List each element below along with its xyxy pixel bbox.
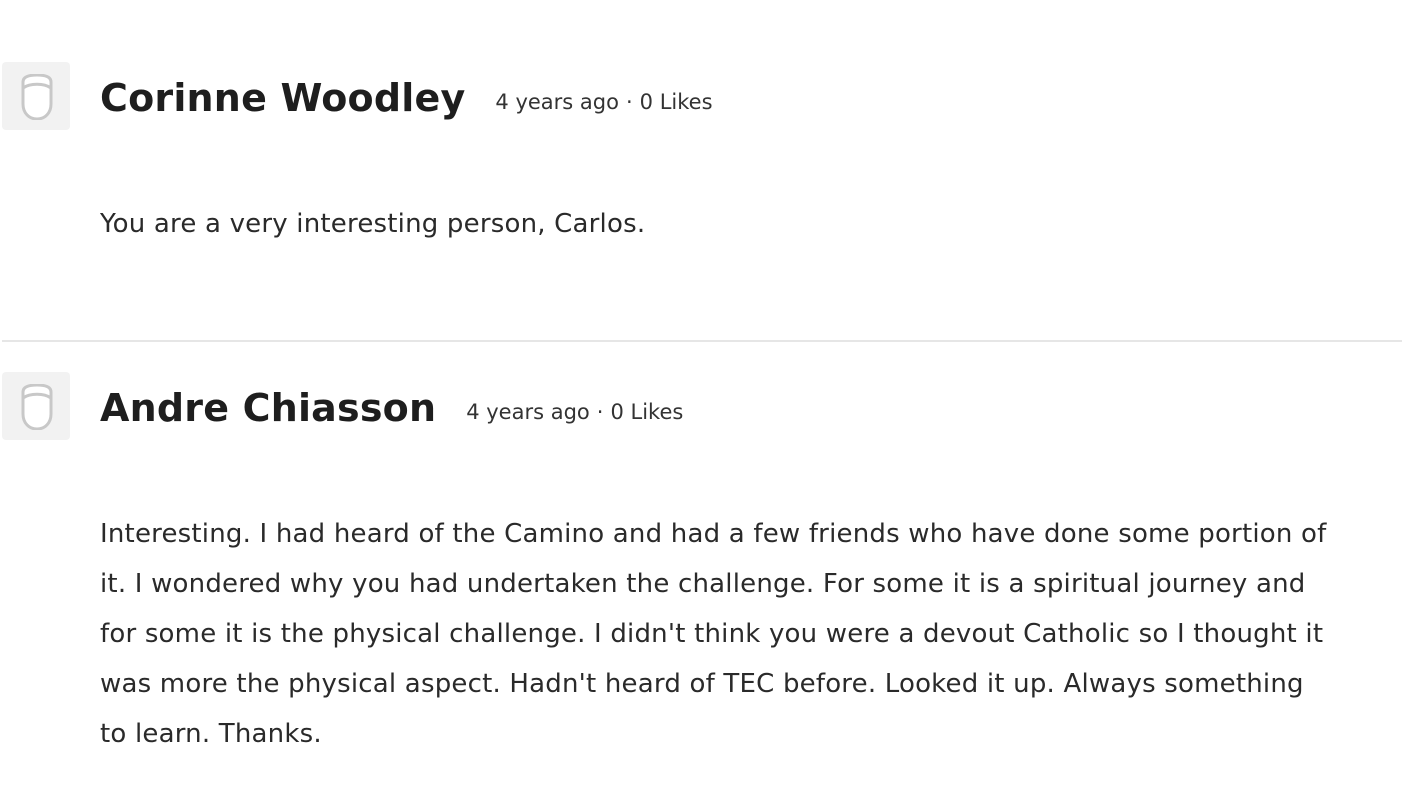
comment-divider [2,340,1402,342]
comment-likes[interactable]: 0 Likes [640,90,713,114]
meta-separator: · [596,400,604,424]
comment-timestamp[interactable]: 4 years ago [466,400,590,424]
comment-body: Interesting. I had heard of the Camino a… [100,519,1327,749]
default-avatar-icon [21,74,53,120]
comment-header: Andre Chiasson 4 years ago · 0 Likes [100,380,683,436]
comment-header: Corinne Woodley 4 years ago · 0 Likes [100,70,713,126]
comment-meta: 4 years ago · 0 Likes [466,400,683,424]
default-avatar-icon [21,384,53,430]
comment-meta: 4 years ago · 0 Likes [495,90,712,114]
comment-timestamp[interactable]: 4 years ago [495,90,619,114]
comment-author[interactable]: Andre Chiasson [100,386,436,430]
avatar[interactable] [2,62,70,130]
avatar[interactable] [2,372,70,440]
comment-body: You are a very interesting person, Carlo… [100,209,646,239]
meta-separator: · [625,90,633,114]
comment-likes[interactable]: 0 Likes [610,400,683,424]
comment-author[interactable]: Corinne Woodley [100,76,465,120]
